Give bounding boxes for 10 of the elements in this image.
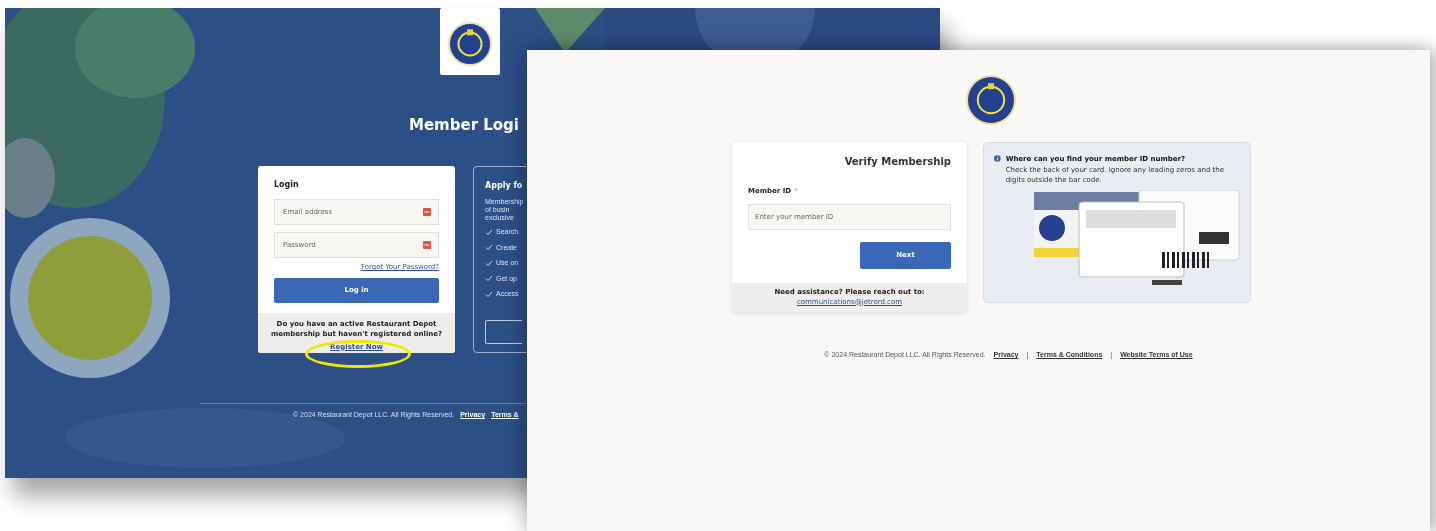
- card-title: Verify Membership: [843, 155, 951, 169]
- logo-icon: [963, 72, 1019, 128]
- info-icon: [994, 154, 1001, 163]
- card-title: Apply fo: [485, 180, 524, 192]
- autofill-icon: [423, 241, 431, 249]
- autofill-icon: [423, 208, 431, 216]
- page-heading: Member Logi: [408, 115, 520, 135]
- logo-icon: [440, 8, 500, 75]
- outline-button[interactable]: [485, 319, 522, 344]
- card-title: Login: [274, 179, 300, 191]
